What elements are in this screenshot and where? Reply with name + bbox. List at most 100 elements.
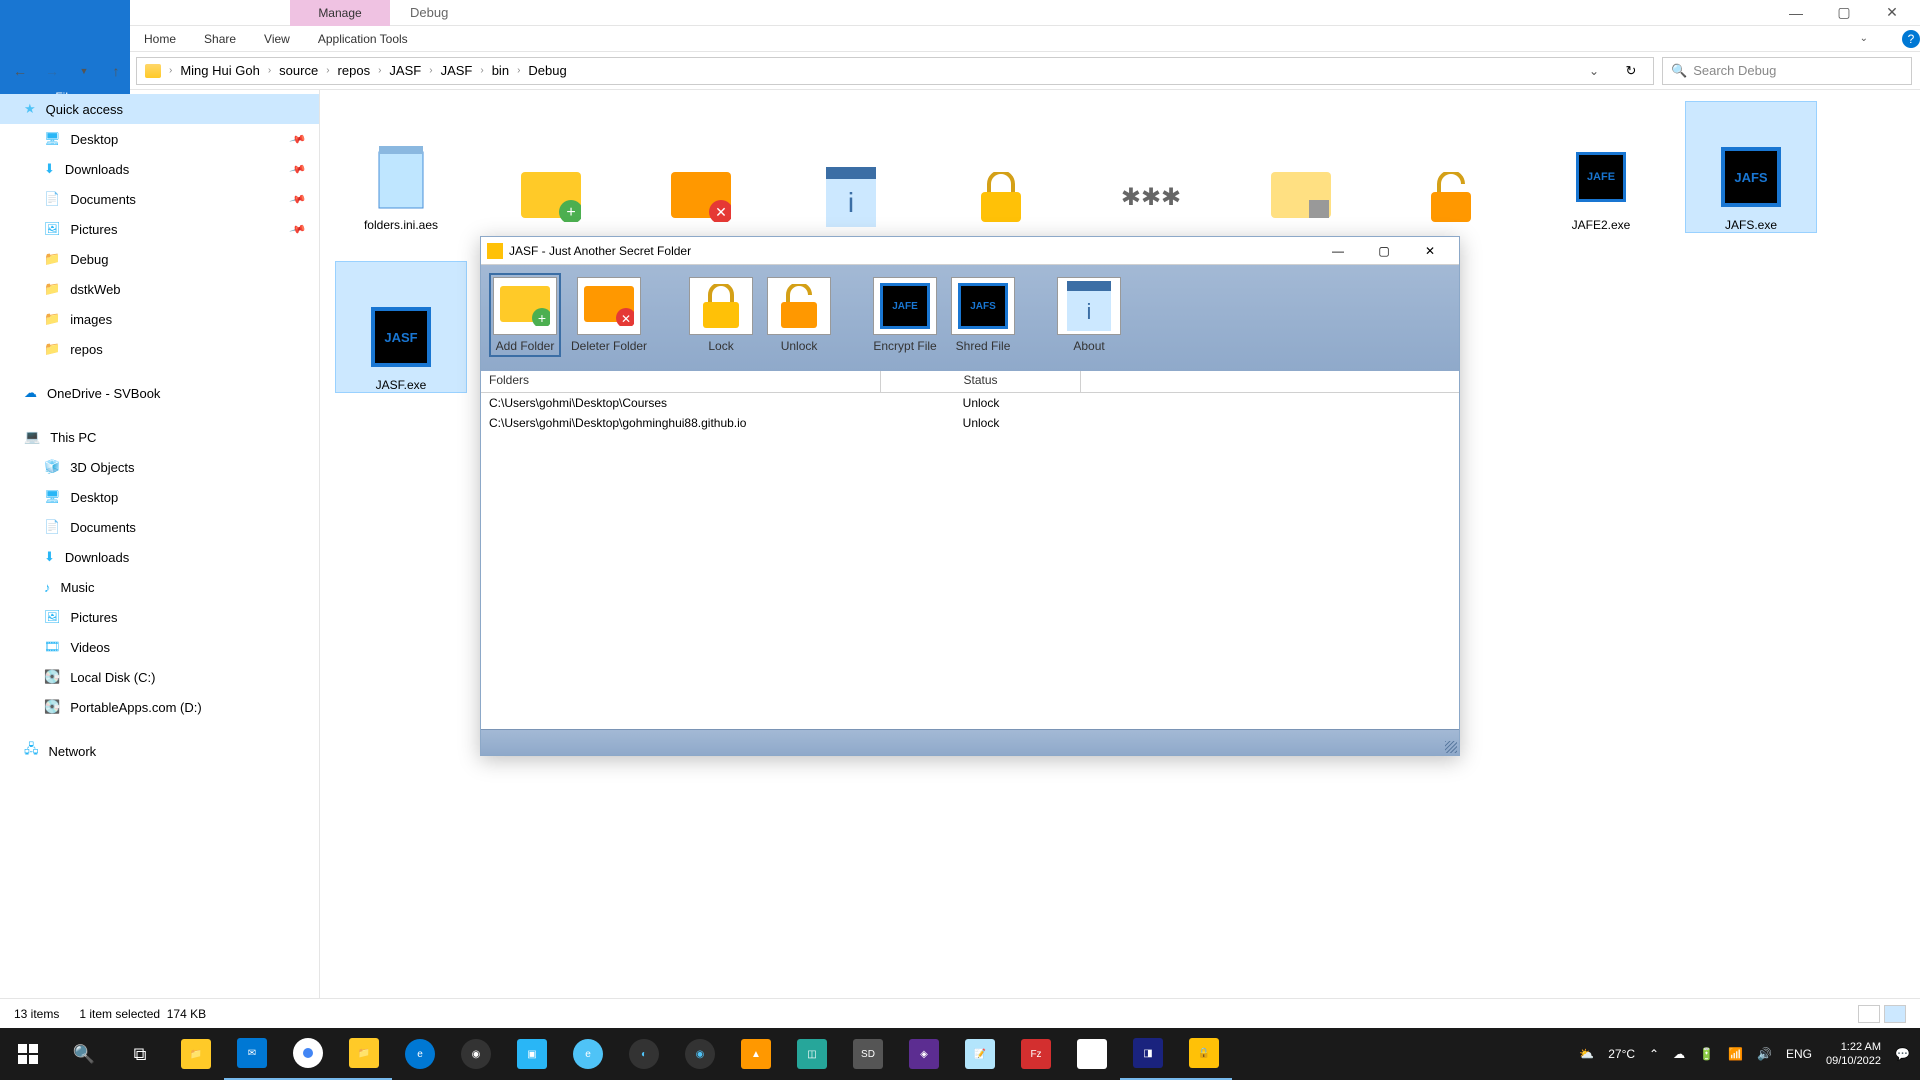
file-item[interactable]: ✕ — [636, 102, 766, 232]
clock[interactable]: 1:22 AM 09/10/2022 — [1826, 1040, 1881, 1069]
taskbar-app-generic5[interactable]: ◫ — [784, 1028, 840, 1080]
file-item[interactable] — [1386, 102, 1516, 232]
search-button[interactable]: 🔍 — [56, 1028, 112, 1080]
sidebar-item-music[interactable]: ♪Music — [0, 572, 319, 602]
ribbon-tab-view[interactable]: View — [250, 26, 304, 52]
breadcrumb-segment[interactable]: repos — [338, 63, 371, 78]
notification-icon[interactable]: 💬 — [1895, 1047, 1910, 1061]
sidebar-item-desktop[interactable]: 🖥Desktop📌 — [0, 124, 319, 154]
breadcrumb-segment[interactable]: Debug — [528, 63, 566, 78]
taskbar-app-jasf[interactable]: 🔒 — [1176, 1028, 1232, 1080]
taskbar-app-generic7[interactable]: 🖼 — [1064, 1028, 1120, 1080]
column-header-folders[interactable]: Folders — [481, 371, 881, 392]
chevron-right-icon[interactable]: › — [480, 65, 483, 76]
folder-list[interactable]: Folders Status C:\Users\gohmi\Desktop\Co… — [481, 371, 1459, 729]
sidebar-item-documents[interactable]: 📄Documents📌 — [0, 184, 319, 214]
file-item[interactable]: JASFJASF.exe — [336, 262, 466, 392]
app-maximize-button[interactable]: ▢ — [1361, 237, 1407, 265]
taskbar-app-explorer[interactable]: 📁 — [168, 1028, 224, 1080]
sidebar-network[interactable]: 🖧Network — [0, 736, 319, 766]
taskbar-app-chrome[interactable] — [280, 1028, 336, 1080]
ribbon-tab-file[interactable]: File — [0, 0, 130, 104]
battery-icon[interactable]: 🔋 — [1699, 1047, 1714, 1061]
tray-icon[interactable]: ☁ — [1673, 1047, 1685, 1061]
list-row[interactable]: C:\Users\gohmi\Desktop\gohminghui88.gith… — [481, 413, 1459, 433]
file-item[interactable] — [1236, 102, 1366, 232]
nav-up-button[interactable]: ↑ — [104, 59, 128, 83]
address-history-dropdown[interactable]: ⌄ — [1589, 64, 1609, 78]
weather-icon[interactable]: ⛅ — [1579, 1047, 1594, 1061]
file-item[interactable]: ✱✱✱ — [1086, 102, 1216, 232]
breadcrumb-segment[interactable]: bin — [492, 63, 509, 78]
taskbar-app-notepad[interactable]: 📝 — [952, 1028, 1008, 1080]
sidebar-item-dstkweb[interactable]: 📁dstkWeb — [0, 274, 319, 304]
view-details-button[interactable] — [1858, 1005, 1880, 1023]
nav-back-button[interactable]: ← — [8, 59, 32, 83]
sidebar-item-repos[interactable]: 📁repos — [0, 334, 319, 364]
lock-button[interactable]: Lock — [687, 275, 755, 355]
chevron-right-icon[interactable]: › — [429, 65, 432, 76]
breadcrumb-path[interactable]: › Ming Hui Goh › source › repos › JASF ›… — [136, 57, 1654, 85]
nav-recent-dropdown[interactable]: ▼ — [72, 59, 96, 83]
taskbar-app-steam[interactable]: ◉ — [448, 1028, 504, 1080]
app-titlebar[interactable]: JASF - Just Another Secret Folder — ▢ ✕ — [481, 237, 1459, 265]
taskbar-app-edge[interactable]: e — [392, 1028, 448, 1080]
weather-temp[interactable]: 27°C — [1608, 1047, 1635, 1061]
sidebar-onedrive[interactable]: ☁OneDrive - SVBook — [0, 378, 319, 408]
ribbon-tab-application-tools[interactable]: Application Tools — [304, 26, 422, 52]
breadcrumb-segment[interactable]: source — [279, 63, 318, 78]
volume-icon[interactable]: 🔊 — [1757, 1047, 1772, 1061]
sidebar-item-3d-objects[interactable]: 🧊3D Objects — [0, 452, 319, 482]
sidebar-item-debug[interactable]: 📁Debug — [0, 244, 319, 274]
sidebar-item-local-disk[interactable]: 💽Local Disk (C:) — [0, 662, 319, 692]
sidebar-item-pictures[interactable]: 🖼Pictures📌 — [0, 214, 319, 244]
sidebar-item-images[interactable]: 📁images — [0, 304, 319, 334]
wifi-icon[interactable]: 📶 — [1728, 1047, 1743, 1061]
maximize-button[interactable]: ▢ — [1832, 1, 1856, 25]
sidebar-item-documents2[interactable]: 📄Documents — [0, 512, 319, 542]
chevron-right-icon[interactable]: › — [517, 65, 520, 76]
chevron-right-icon[interactable]: › — [268, 65, 271, 76]
encrypt-file-button[interactable]: JAFE Encrypt File — [871, 275, 939, 355]
unlock-button[interactable]: Unlock — [765, 275, 833, 355]
help-icon[interactable]: ? — [1902, 30, 1920, 48]
ribbon-tab-home[interactable]: Home — [130, 26, 190, 52]
sidebar-item-videos[interactable]: 🎞Videos — [0, 632, 319, 662]
column-header-status[interactable]: Status — [881, 371, 1081, 392]
chevron-right-icon[interactable]: › — [378, 65, 381, 76]
taskbar-app-generic8[interactable]: ◨ — [1120, 1028, 1176, 1080]
taskbar-app-generic1[interactable]: ▣ — [504, 1028, 560, 1080]
file-item[interactable] — [936, 102, 1066, 232]
resize-grip-icon[interactable] — [1445, 741, 1457, 753]
search-input[interactable]: 🔍 Search Debug — [1662, 57, 1912, 85]
sidebar-quick-access[interactable]: ★ Quick access — [0, 94, 319, 124]
taskbar-app-vs[interactable]: ◈ — [896, 1028, 952, 1080]
refresh-button[interactable]: ↻ — [1617, 63, 1645, 79]
shred-file-button[interactable]: JAFS Shred File — [949, 275, 1017, 355]
breadcrumb-segment[interactable]: Ming Hui Goh — [180, 63, 259, 78]
list-row[interactable]: C:\Users\gohmi\Desktop\Courses Unlock — [481, 393, 1459, 413]
file-item[interactable]: + — [486, 102, 616, 232]
ribbon-collapse-icon[interactable]: ⌄ — [1860, 33, 1898, 44]
taskbar-app-generic2[interactable]: ◐ — [616, 1028, 672, 1080]
language-indicator[interactable]: ENG — [1786, 1047, 1812, 1061]
minimize-button[interactable]: — — [1784, 1, 1808, 25]
nav-forward-button[interactable]: → — [40, 59, 64, 83]
sidebar-item-pictures2[interactable]: 🖼Pictures — [0, 602, 319, 632]
ribbon-context-tab-manage[interactable]: Manage — [290, 0, 390, 26]
file-item[interactable]: i — [786, 102, 916, 232]
taskbar-app-ie[interactable]: e — [560, 1028, 616, 1080]
taskbar-app-explorer2[interactable]: 📁 — [336, 1028, 392, 1080]
taskbar-app-mail[interactable]: ✉ — [224, 1028, 280, 1080]
chevron-right-icon[interactable]: › — [169, 65, 172, 76]
delete-folder-button[interactable]: ✕ Deleter Folder — [569, 275, 649, 355]
sidebar-item-downloads[interactable]: ⬇Downloads📌 — [0, 154, 319, 184]
start-button[interactable] — [0, 1028, 56, 1080]
chevron-right-icon[interactable]: › — [326, 65, 329, 76]
sidebar-item-downloads2[interactable]: ⬇Downloads — [0, 542, 319, 572]
taskbar-app-generic3[interactable]: ◉ — [672, 1028, 728, 1080]
taskbar-app-generic6[interactable]: SD — [840, 1028, 896, 1080]
sidebar-this-pc[interactable]: 💻This PC — [0, 422, 319, 452]
about-button[interactable]: i About — [1055, 275, 1123, 355]
taskbar-app-generic4[interactable]: ▲ — [728, 1028, 784, 1080]
